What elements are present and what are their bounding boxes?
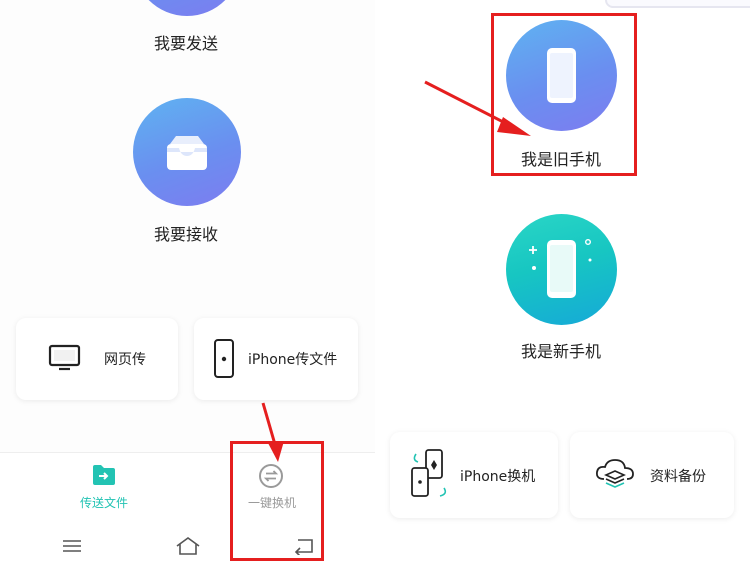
annotation-arrow	[261, 402, 284, 462]
annotation-arrow-old-phone	[424, 80, 531, 136]
right-screen: 我是旧手机 我是新手机 iPhone换机 资料备份	[375, 0, 750, 563]
left-screen: 我要发送 我要接收 网页传 iPhone传文件 传送文件 一键换机	[0, 0, 375, 563]
